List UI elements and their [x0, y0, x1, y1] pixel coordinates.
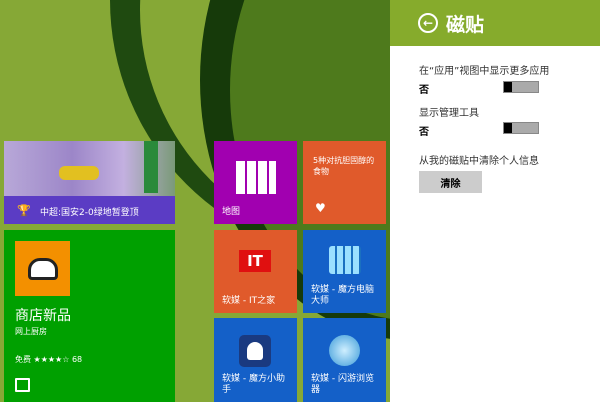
goalkeeper-figure [59, 166, 99, 180]
browser-tile[interactable]: 软媒 - 闪游浏览器 [303, 318, 386, 402]
show-more-apps-toggle[interactable] [503, 81, 539, 93]
mofang-helper-label: 软媒 - 魔方小助手 [222, 374, 285, 395]
player-figure [144, 141, 158, 193]
trophy-icon: 🏆 [17, 204, 31, 217]
clear-info-label: 从我的磁贴中清除个人信息 [419, 156, 539, 167]
store-rating: 免费 ★★★★☆ 68 [15, 355, 83, 364]
news-tile[interactable]: 🏆 中超:国安2-0绿地暂登顶 [4, 141, 175, 224]
health-text: 5种对抗胆固醇的食物 [313, 156, 375, 176]
show-admin-tools-value: 否 [419, 127, 429, 138]
mofang-master-label: 软媒 - 魔方电脑大师 [311, 285, 374, 306]
mofang-helper-icon [239, 335, 271, 367]
news-photo [4, 141, 175, 196]
show-admin-tools-toggle[interactable] [503, 122, 539, 134]
health-tile[interactable]: 5种对抗胆固醇的食物 ♥ [303, 141, 386, 224]
tiles-settings-panel: ← 磁贴 [390, 0, 600, 402]
mofang-helper-tile[interactable]: 软媒 - 魔方小助手 [214, 318, 297, 402]
maps-tile[interactable]: 地图 [214, 141, 297, 224]
ithome-label: 软媒 - IT之家 [222, 296, 276, 306]
ithome-tile[interactable]: IT 软媒 - IT之家 [214, 230, 297, 313]
news-headline: 中超:国安2-0绿地暂登顶 [40, 208, 139, 218]
back-arrow-icon[interactable]: ← [418, 13, 438, 33]
browser-label: 软媒 - 闪游浏览器 [311, 374, 374, 395]
panel-header: ← 磁贴 [390, 0, 600, 46]
show-more-apps-value: 否 [419, 85, 429, 96]
store-app-name: 网上厨房 [15, 327, 47, 336]
store-tile[interactable]: 商店新品 网上厨房 免费 ★★★★☆ 68 [4, 230, 175, 402]
kitchen-app-icon [15, 241, 70, 296]
mofang-master-icon [329, 246, 361, 274]
ithome-icon: IT [239, 250, 271, 272]
store-title: 商店新品 [15, 308, 71, 324]
heart-icon: ♥ [315, 201, 326, 215]
browser-icon [329, 335, 360, 366]
map-icon [236, 161, 276, 194]
show-more-apps-label: 在“应用”视图中显示更多应用 [419, 66, 550, 77]
clear-button[interactable]: 清除 [419, 171, 482, 193]
maps-label: 地图 [222, 207, 241, 217]
mofang-master-tile[interactable]: 软媒 - 魔方电脑大师 [303, 230, 386, 313]
show-admin-tools-label: 显示管理工具 [419, 108, 479, 119]
panel-title: 磁贴 [446, 13, 485, 36]
store-bag-icon [15, 378, 30, 392]
